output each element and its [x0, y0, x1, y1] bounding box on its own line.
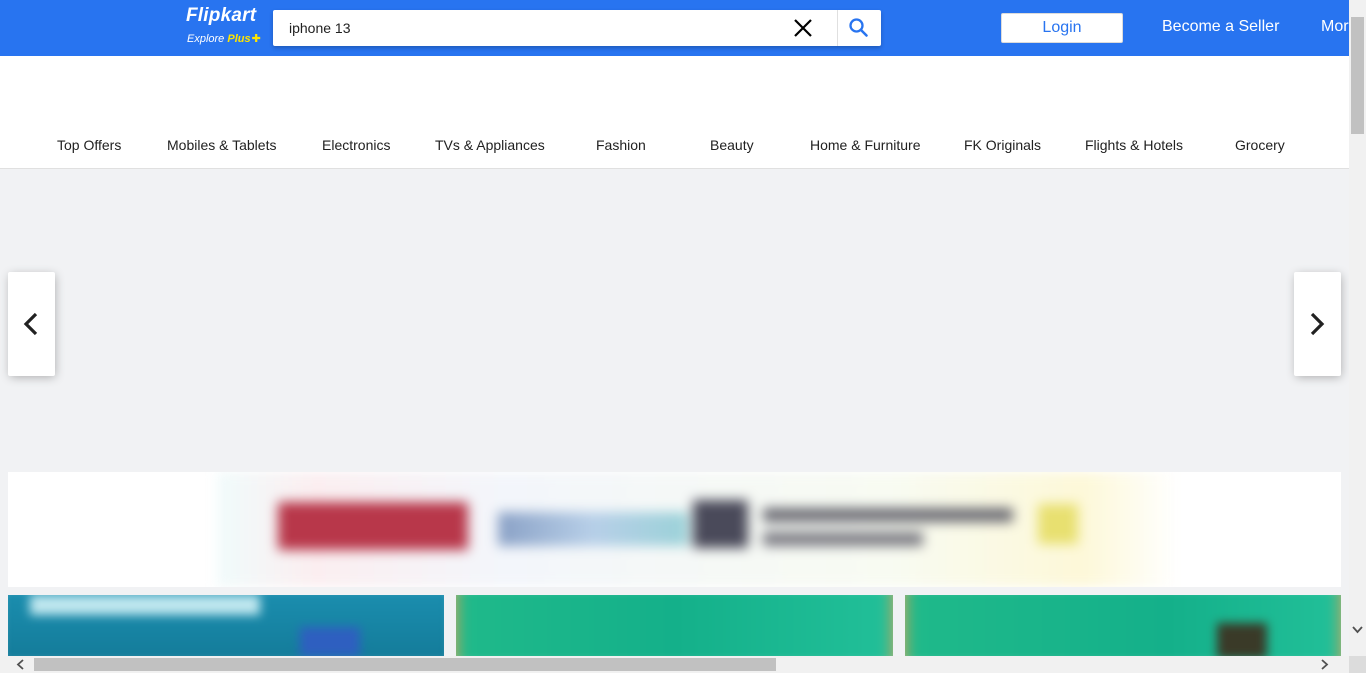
close-icon	[794, 19, 812, 37]
scrollbar-corner	[1349, 656, 1366, 673]
scroll-down-arrow-icon[interactable]	[1352, 626, 1363, 634]
promo-banner-image	[218, 472, 1178, 587]
category-fk-originals[interactable]: FK Originals	[964, 137, 1041, 153]
carousel-prev-button[interactable]	[8, 272, 55, 376]
vertical-scrollbar[interactable]	[1349, 0, 1366, 656]
top-header: Flipkart Explore Plus✚ Login Become a Se…	[0, 0, 1349, 56]
promo-card[interactable]	[8, 595, 444, 656]
horizontal-scrollbar[interactable]	[0, 656, 1349, 673]
logo-text[interactable]: Flipkart	[186, 5, 256, 27]
logo-tagline-text: Explore	[187, 33, 225, 45]
chevron-right-icon	[1310, 312, 1325, 336]
promo-card[interactable]	[905, 595, 1341, 656]
category-beauty[interactable]: Beauty	[710, 137, 754, 153]
search-input[interactable]	[273, 10, 803, 46]
category-electronics[interactable]: Electronics	[322, 137, 390, 153]
promo-banner[interactable]	[8, 472, 1341, 587]
flipkart-logo[interactable]: Flipkart Explore Plus✚	[186, 5, 266, 49]
category-home-furniture[interactable]: Home & Furniture	[810, 137, 920, 153]
banner-carousel	[8, 177, 1341, 465]
scroll-left-arrow-icon[interactable]	[16, 659, 24, 670]
category-top-offers[interactable]: Top Offers	[57, 137, 121, 153]
category-fashion[interactable]: Fashion	[596, 137, 646, 153]
search-button[interactable]	[838, 10, 881, 46]
logo-plus-text: Plus	[227, 33, 251, 45]
category-flights-hotels[interactable]: Flights & Hotels	[1085, 137, 1183, 153]
carousel-next-button[interactable]	[1294, 272, 1341, 376]
promo-card[interactable]	[456, 595, 893, 656]
category-bar: Top Offers Mobiles & Tablets Electronics…	[0, 56, 1349, 169]
plus-icon: ✚	[251, 33, 261, 45]
login-button[interactable]: Login	[1001, 13, 1123, 43]
horizontal-scroll-thumb[interactable]	[34, 658, 776, 671]
category-tvs-appliances[interactable]: TVs & Appliances	[435, 137, 545, 153]
category-mobiles-tablets[interactable]: Mobiles & Tablets	[167, 137, 276, 153]
search-box	[273, 10, 881, 46]
search-icon	[849, 18, 868, 37]
chevron-left-icon	[23, 312, 38, 336]
more-menu[interactable]: More	[1321, 18, 1349, 36]
category-grocery[interactable]: Grocery	[1235, 137, 1285, 153]
clear-search-button[interactable]	[783, 10, 823, 46]
logo-tagline[interactable]: Explore Plus✚	[187, 32, 261, 45]
vertical-scroll-thumb[interactable]	[1351, 17, 1364, 134]
scroll-right-arrow-icon[interactable]	[1321, 659, 1329, 670]
become-seller-link[interactable]: Become a Seller	[1162, 18, 1279, 36]
